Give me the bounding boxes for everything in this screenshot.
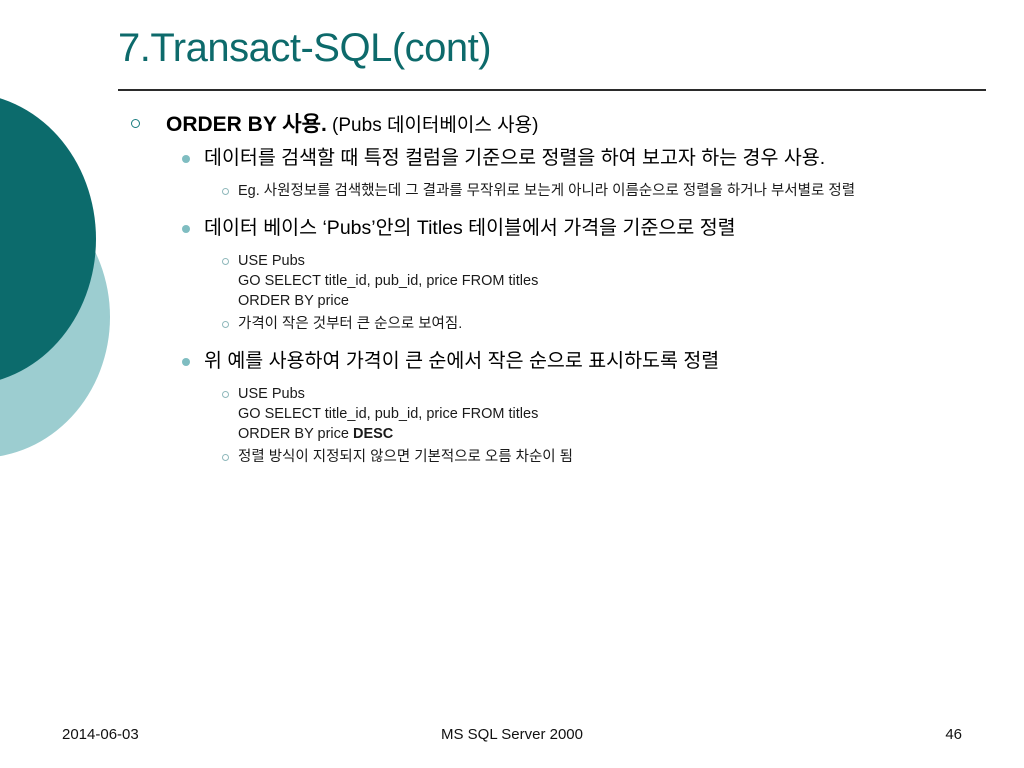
sql-code-block: USE Pubs GO SELECT title_id, pub_id, pri… xyxy=(238,253,539,309)
list-item-level3-code: USE Pubs GO SELECT title_id, pub_id, pri… xyxy=(120,251,1000,311)
sql-keyword-desc: DESC xyxy=(352,426,394,442)
list-item-level1-label: ORDER BY 사용. xyxy=(166,113,327,136)
page-title: 7.Transact-SQL(cont) xyxy=(118,26,492,70)
list-item-level2-label: 데이터 베이스 ‘Pubs’안의 Titles 테이블에서 가격을 기준으로 정… xyxy=(204,217,736,239)
dark-teal-circle-shape xyxy=(0,93,96,385)
bullet-small-circle-outline-icon xyxy=(222,321,229,328)
slide-footer: 2014-06-03 MS SQL Server 2000 46 xyxy=(0,726,1024,750)
bullet-dot-icon xyxy=(182,225,190,233)
list-item-level3-label: Eg. 사원정보를 검색했는데 그 결과를 무작위로 보는게 아니라 이름순으로… xyxy=(238,183,856,199)
list-item-level2: 데이터를 검색할 때 특정 컬럼을 기준으로 정렬을 하여 보고자 하는 경우 … xyxy=(120,145,1000,172)
bullet-dot-icon xyxy=(182,358,190,366)
list-item-level3-code: USE Pubs GO SELECT title_id, pub_id, pri… xyxy=(120,384,1000,444)
list-item-level2-label: 데이터를 검색할 때 특정 컬럼을 기준으로 정렬을 하여 보고자 하는 경우 … xyxy=(204,147,826,169)
list-item-level1-note: (Pubs 데이터베이스 사용) xyxy=(326,115,539,136)
list-item-level3: 정렬 방식이 지정되지 않으면 기본적으로 오름 차순이 됨 xyxy=(120,447,1000,467)
footer-title: MS SQL Server 2000 xyxy=(440,726,583,743)
bullet-dot-icon xyxy=(182,155,190,163)
list-item-level3: Eg. 사원정보를 검색했는데 그 결과를 무작위로 보는게 아니라 이름순으로… xyxy=(120,181,1000,201)
list-item-level1: ORDER BY 사용. (Pubs 데이터베이스 사용) xyxy=(120,110,1000,141)
bullet-small-circle-outline-icon xyxy=(222,258,229,265)
bullet-small-circle-outline-icon xyxy=(222,454,229,461)
bullet-circle-outline-icon xyxy=(131,119,140,128)
bullet-small-circle-outline-icon xyxy=(222,391,229,398)
light-teal-circle-shape xyxy=(0,176,110,458)
list-item-level2-label: 위 예를 사용하여 가격이 큰 순에서 작은 순으로 표시하도록 정렬 xyxy=(204,350,720,372)
sql-code-block: USE Pubs GO SELECT title_id, pub_id, pri… xyxy=(238,386,538,442)
title-divider xyxy=(118,89,986,91)
list-item-level3-label: 정렬 방식이 지정되지 않으면 기본적으로 오름 차순이 됨 xyxy=(238,449,574,465)
list-item-level2: 데이터 베이스 ‘Pubs’안의 Titles 테이블에서 가격을 기준으로 정… xyxy=(120,215,1000,242)
list-item-level3: 가격이 작은 것부터 큰 순으로 보여짐. xyxy=(120,314,1000,334)
bullet-small-circle-outline-icon xyxy=(222,188,229,195)
list-item-level3-label: 가격이 작은 것부터 큰 순으로 보여짐. xyxy=(238,316,463,332)
slide-canvas: 7.Transact-SQL(cont) ORDER BY 사용. (Pubs … xyxy=(0,0,1024,768)
footer-page-number: 46 xyxy=(945,726,962,743)
list-item-level2: 위 예를 사용하여 가격이 큰 순에서 작은 순으로 표시하도록 정렬 xyxy=(120,348,1000,375)
slide-body: ORDER BY 사용. (Pubs 데이터베이스 사용) 데이터를 검색할 때… xyxy=(120,110,1000,467)
